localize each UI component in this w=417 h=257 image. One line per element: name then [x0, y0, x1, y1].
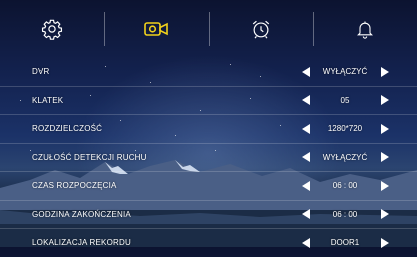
- bell-icon: [356, 21, 373, 39]
- setting-label: CZAS ROZPOCZĘCIA: [32, 181, 117, 191]
- setting-value: 1280*720: [327, 124, 363, 134]
- setting-label: CZUŁOŚĆ DETEKCJI RUCHU: [32, 152, 147, 162]
- setting-row-resolution: ROZDZIELCZOŚĆ 1280*720: [0, 115, 417, 144]
- setting-row-start-time: CZAS ROZPOCZĘCIA 06 : 00: [0, 172, 417, 201]
- gear-icon: [42, 19, 63, 40]
- setting-label: DVR: [32, 67, 50, 77]
- setting-value: 05: [340, 95, 350, 105]
- previous-value-arrow[interactable]: [302, 209, 310, 220]
- previous-value-arrow[interactable]: [302, 95, 310, 106]
- previous-value-arrow[interactable]: [302, 123, 310, 134]
- setting-label: KLATEK: [32, 95, 64, 105]
- next-value-arrow[interactable]: [381, 66, 389, 77]
- setting-label: GODZINA ZAKOŃCZENIA: [32, 209, 131, 219]
- next-value-arrow[interactable]: [381, 209, 389, 220]
- setting-row-frames: KLATEK 05: [0, 87, 417, 115]
- setting-row-motion-sensitivity: CZUŁOŚĆ DETEKCJI RUCHU WYŁĄCZYĆ: [0, 144, 417, 172]
- setting-label: ROZDZIELCZOŚĆ: [32, 124, 103, 134]
- previous-value-arrow[interactable]: [302, 180, 310, 191]
- previous-value-arrow[interactable]: [302, 66, 310, 77]
- setting-row-record-location: LOKALIZACJA REKORDU DOOR1: [0, 229, 417, 257]
- next-value-arrow[interactable]: [381, 95, 389, 106]
- next-value-arrow[interactable]: [381, 180, 389, 191]
- setting-value: 06 : 00: [332, 209, 358, 219]
- setting-value: WYŁĄCZYĆ: [322, 67, 368, 77]
- setting-value: WYŁĄCZYĆ: [322, 152, 368, 162]
- previous-value-arrow[interactable]: [302, 152, 310, 163]
- alarm-clock-icon: [252, 20, 269, 39]
- previous-value-arrow[interactable]: [302, 237, 310, 248]
- tab-recording[interactable]: [104, 0, 208, 58]
- tab-notifications[interactable]: [312, 0, 417, 58]
- category-tab-bar: [0, 0, 417, 58]
- setting-label: LOKALIZACJA REKORDU: [32, 238, 131, 248]
- tab-settings[interactable]: [0, 0, 104, 58]
- setting-row-dvr: DVR WYŁĄCZYĆ: [0, 58, 417, 87]
- tab-alarm[interactable]: [208, 0, 313, 58]
- setting-value: DOOR1: [330, 238, 360, 248]
- setting-row-end-time: GODZINA ZAKOŃCZENIA 06 : 00: [0, 201, 417, 229]
- next-value-arrow[interactable]: [381, 152, 389, 163]
- next-value-arrow[interactable]: [381, 237, 389, 248]
- recording-settings-list: DVR WYŁĄCZYĆ KLATEK 05 ROZDZIELCZOŚĆ 128…: [0, 58, 417, 257]
- video-camera-icon: [144, 22, 169, 36]
- next-value-arrow[interactable]: [381, 123, 389, 134]
- setting-value: 06 : 00: [332, 181, 358, 191]
